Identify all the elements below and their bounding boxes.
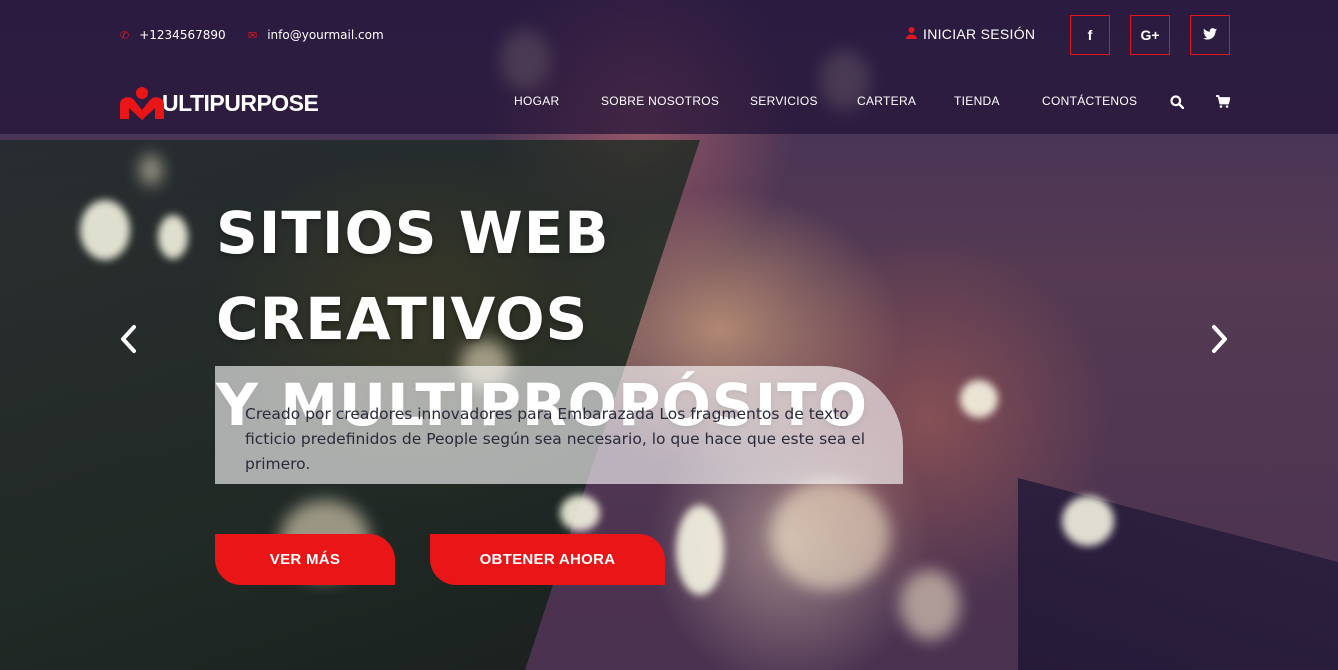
- ver-mas-button[interactable]: VER MÁS: [215, 534, 395, 585]
- email-contact[interactable]: ✉ info@yourmail.com: [248, 28, 384, 42]
- nav-item-tienda[interactable]: TIENDA: [954, 94, 1000, 108]
- twitter-button[interactable]: [1190, 15, 1230, 55]
- user-icon: [906, 26, 917, 42]
- top-bar: ✆ +1234567890 ✉ info@yourmail.com INICIA…: [0, 0, 1338, 70]
- nav-item-servicios[interactable]: SERVICIOS: [750, 94, 818, 108]
- search-icon[interactable]: [1170, 95, 1185, 113]
- site-header: ✆ +1234567890 ✉ info@yourmail.com INICIA…: [0, 0, 1338, 134]
- bokeh-light: [770, 480, 890, 590]
- cart-icon[interactable]: [1216, 95, 1231, 112]
- slider-prev-button[interactable]: [118, 318, 138, 364]
- login-link[interactable]: INICIAR SESIÓN: [906, 26, 1035, 42]
- hero-title-line-1: SITIOS WEB CREATIVOS: [216, 199, 610, 353]
- facebook-button[interactable]: f: [1070, 15, 1110, 55]
- twitter-icon: [1203, 27, 1217, 43]
- nav-item-cartera[interactable]: CARTERA: [857, 94, 916, 108]
- bokeh-light: [560, 495, 600, 531]
- hero-description-line-1: Creado por creadores innovadores para Em…: [245, 405, 849, 423]
- bokeh-light: [900, 570, 960, 640]
- site-logo[interactable]: ULTIPURPOSE: [120, 86, 319, 120]
- hero-description: Creado por creadores innovadores para Em…: [245, 402, 905, 477]
- google-plus-icon: G+: [1140, 27, 1160, 43]
- nav-item-sobre-nosotros[interactable]: SOBRE NOSOTROS: [601, 94, 719, 108]
- nav-item-contactenos[interactable]: CONTÁCTENOS: [1042, 94, 1137, 108]
- slider-next-button[interactable]: [1210, 318, 1230, 364]
- chevron-right-icon: [1212, 325, 1227, 353]
- obtener-ahora-button[interactable]: OBTENER AHORA: [430, 534, 665, 585]
- phone-contact[interactable]: ✆ +1234567890: [120, 28, 226, 42]
- email-address: info@yourmail.com: [267, 28, 384, 42]
- bokeh-light: [1062, 496, 1114, 546]
- bokeh-light: [676, 505, 724, 595]
- facebook-icon: f: [1087, 27, 1093, 43]
- hero-description-line-2: ficticio predefinidos de People según se…: [245, 430, 866, 473]
- envelope-icon: ✉: [248, 28, 258, 42]
- bokeh-light: [158, 215, 188, 259]
- google-plus-button[interactable]: G+: [1130, 15, 1170, 55]
- phone-number: +1234567890: [139, 28, 226, 42]
- nav-item-hogar[interactable]: HOGAR: [514, 94, 560, 108]
- logo-text: ULTIPURPOSE: [162, 89, 319, 116]
- chevron-left-icon: [121, 325, 136, 353]
- bokeh-light: [80, 200, 130, 260]
- login-label: INICIAR SESIÓN: [923, 26, 1036, 42]
- phone-icon: ✆: [120, 28, 130, 42]
- hero-description-box: Creado por creadores innovadores para Em…: [215, 366, 903, 484]
- logo-mark-icon: [120, 86, 164, 120]
- bokeh-light: [140, 155, 162, 185]
